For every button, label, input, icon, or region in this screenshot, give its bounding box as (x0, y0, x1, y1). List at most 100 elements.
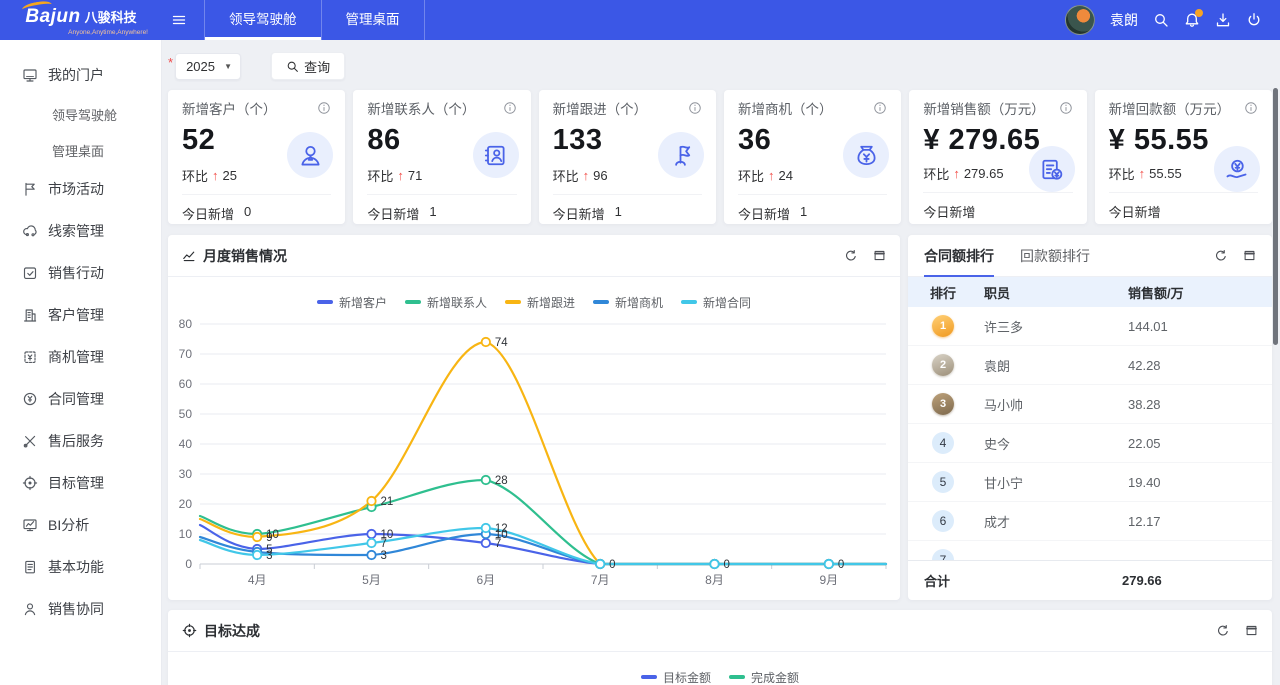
rank-cell: 6 (908, 510, 978, 532)
info-icon[interactable] (317, 101, 331, 120)
sidebar-item-opportunity[interactable]: 商机管理 (0, 336, 161, 378)
medal-rank-1-icon: 1 (932, 315, 954, 337)
legend-item-4[interactable]: 新增商机 (593, 294, 663, 311)
legend-item-2[interactable]: 完成金额 (729, 669, 799, 685)
stat-card-title-row: 新增回款额（万元） (1109, 100, 1258, 120)
cloud-icon (22, 223, 38, 239)
money-bag-icon (843, 132, 889, 178)
monthly-sales-header: 月度销售情况 (168, 235, 900, 277)
svg-text:7月: 7月 (591, 573, 610, 587)
info-icon[interactable] (688, 101, 702, 120)
sidebar-item-basic[interactable]: 基本功能 (0, 546, 161, 588)
refresh-icon[interactable] (1216, 624, 1230, 638)
query-button[interactable]: 查询 (271, 52, 345, 80)
ranking-tab-2[interactable]: 回款额排行 (1020, 235, 1090, 277)
sidebar-item-sales-collab[interactable]: 销售协同 (0, 588, 161, 630)
sidebar-item-contract[interactable]: 合同管理 (0, 378, 161, 420)
total-value: 279.66 (1122, 573, 1266, 588)
sales-doc-icon (1029, 146, 1075, 192)
notification-bell-icon[interactable] (1184, 12, 1200, 28)
legend-label: 新增跟进 (527, 294, 575, 311)
today-value: 0 (244, 204, 251, 223)
today-label: 今日新增 (367, 204, 419, 223)
notification-dot (1195, 9, 1203, 17)
ranking-tab-1[interactable]: 合同额排行 (924, 235, 994, 277)
sidebar-item-my-portal[interactable]: 我的门户 (0, 54, 161, 96)
rank-cell: 3 (908, 393, 978, 415)
legend-item-3[interactable]: 新增跟进 (505, 294, 575, 311)
rank-cell: 4 (908, 432, 978, 454)
app-logo: Bajun 八骏科技 Anyone,Anytime,Anywhere! (0, 4, 162, 36)
target-panel-header: 目标达成 (168, 610, 1272, 652)
ratio-label: 环比 (738, 166, 764, 185)
legend-swatch (681, 300, 697, 304)
refresh-icon[interactable] (1214, 249, 1228, 263)
employee-name: 马小帅 (978, 395, 1128, 414)
legend-item-2[interactable]: 新增联系人 (405, 294, 487, 311)
sidebar-item-goal[interactable]: 目标管理 (0, 462, 161, 504)
fullscreen-icon[interactable] (1245, 624, 1258, 638)
svg-text:0: 0 (724, 559, 730, 571)
fullscreen-icon[interactable] (873, 249, 886, 263)
legend-swatch (405, 300, 421, 304)
sidebar-item-bi[interactable]: BI分析 (0, 504, 161, 546)
sidebar-item-label: BI分析 (48, 515, 89, 535)
topbar-tab-2[interactable]: 管理桌面 (321, 0, 425, 40)
sidebar-subitem-my-portal-0[interactable]: 领导驾驶舱 (0, 96, 161, 132)
user-name[interactable]: 袁朗 (1110, 10, 1138, 30)
today-label: 今日新增 (1109, 202, 1161, 221)
info-icon[interactable] (873, 101, 887, 120)
svg-text:0: 0 (838, 559, 844, 571)
sales-value: 38.28 (1128, 397, 1272, 412)
fullscreen-icon[interactable] (1243, 249, 1256, 263)
col-rank: 排行 (908, 283, 978, 302)
monthly-sales-title: 月度销售情况 (203, 246, 287, 266)
topbar-tabs: 领导驾驶舱管理桌面 (204, 0, 425, 40)
legend-swatch (729, 675, 745, 679)
chart-legend: 新增客户 新增联系人 新增跟进 新增商机 新增合同 (168, 277, 900, 312)
svg-text:74: 74 (495, 337, 508, 349)
legend-item-1[interactable]: 新增客户 (317, 294, 387, 311)
sidebar-item-market-activity[interactable]: 市场活动 (0, 168, 161, 210)
employee-name: 许三多 (978, 317, 1128, 336)
money-box-icon (22, 349, 38, 365)
refresh-icon[interactable] (844, 249, 858, 263)
power-icon[interactable] (1246, 12, 1262, 28)
rank-badge: 7 (932, 549, 954, 560)
user-avatar[interactable] (1065, 5, 1095, 35)
sidebar-item-sales-action[interactable]: 销售行动 (0, 252, 161, 294)
sidebar-item-customer[interactable]: 客户管理 (0, 294, 161, 336)
today-value: 1 (800, 204, 807, 223)
calendar-check-icon (22, 265, 38, 281)
rank-cell: 2 (908, 354, 978, 376)
employee-name: 甘小宁 (978, 473, 1128, 492)
ratio-value: 71 (408, 168, 422, 183)
topbar-right: 袁朗 (1065, 5, 1280, 35)
svg-text:7: 7 (381, 538, 387, 550)
year-select[interactable]: 2025 ▼ (175, 53, 241, 80)
legend-item-5[interactable]: 新增合同 (681, 294, 751, 311)
stat-card-new-opportunities: 新增商机（个）36环比↑24今日新增1 (724, 90, 901, 224)
download-icon[interactable] (1215, 12, 1231, 28)
menu-collapse-icon[interactable] (162, 12, 196, 28)
stat-card-today-row: 今日新增1 (553, 194, 702, 223)
rank-badge: 5 (932, 471, 954, 493)
page-scrollbar[interactable] (1273, 88, 1278, 345)
svg-text:20: 20 (179, 497, 193, 511)
sidebar-subitem-my-portal-1[interactable]: 管理桌面 (0, 132, 161, 168)
sidebar-item-after-sales[interactable]: 售后服务 (0, 420, 161, 462)
sidebar-item-leads[interactable]: 线索管理 (0, 210, 161, 252)
stat-card-today-row: 今日新增1 (367, 194, 516, 223)
svg-text:0: 0 (185, 557, 192, 571)
employee-name: 袁朗 (978, 356, 1128, 375)
up-arrow-icon: ↑ (768, 168, 775, 183)
search-icon[interactable] (1153, 12, 1169, 28)
up-arrow-icon: ↑ (1139, 166, 1146, 181)
ranking-row: 7 (908, 541, 1272, 560)
info-icon[interactable] (503, 101, 517, 120)
legend-item-1[interactable]: 目标金额 (641, 669, 711, 685)
info-icon[interactable] (1059, 101, 1073, 120)
monthly-sales-chart[interactable]: 010203040506070804月5月6月7月8月9月51071028921… (168, 312, 892, 598)
topbar-tab-1[interactable]: 领导驾驶舱 (204, 0, 321, 40)
info-icon[interactable] (1244, 101, 1258, 120)
